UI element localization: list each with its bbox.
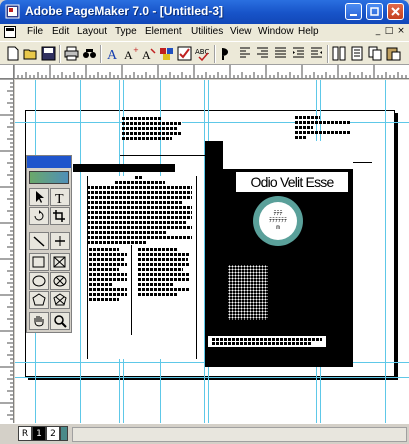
color-swatch[interactable] [29, 171, 69, 184]
kerning-icon[interactable]: A [140, 45, 157, 62]
indent-icon[interactable] [290, 45, 307, 62]
page-tab-1[interactable]: 1 [32, 426, 46, 441]
sidebar-column-left[interactable] [89, 248, 129, 303]
text-block-top-left[interactable] [122, 117, 184, 142]
superscript-icon[interactable]: A + [122, 45, 139, 62]
maximize-button[interactable] [366, 3, 383, 20]
mdi-restore-button[interactable]: □ [384, 27, 394, 37]
svg-text:+: + [133, 46, 139, 54]
headline-frame[interactable]: Odio Velit Esse [235, 171, 349, 193]
circle-text: ﾃﾃﾃ ﾃﾃﾃﾃﾃﾃ m [268, 210, 287, 231]
menu-file[interactable]: File [27, 26, 43, 37]
outdent-icon[interactable] [308, 45, 325, 62]
vertical-ruler[interactable] [0, 79, 14, 423]
image-placeholder[interactable] [228, 265, 268, 320]
svg-text:A: A [124, 48, 133, 62]
page-tab-master[interactable]: R [18, 426, 32, 441]
black-rule [73, 164, 175, 172]
maximize-icon [370, 7, 379, 16]
horizontal-ruler[interactable] [14, 65, 409, 79]
pointer-tool-icon[interactable] [29, 188, 49, 206]
pasteboard[interactable]: Odio Velit Esse ﾃﾃﾃ ﾃﾃﾃﾃﾃﾃ m [15, 80, 409, 423]
check-icon[interactable] [176, 45, 193, 62]
ruler-origin[interactable] [0, 65, 14, 79]
page-icon[interactable] [349, 45, 366, 62]
menu-view[interactable]: View [230, 26, 252, 37]
app-window: Adobe PageMaker 7.0 - [Untitled-3] File … [0, 0, 409, 444]
save-icon[interactable] [40, 45, 57, 62]
svg-text:A: A [142, 48, 151, 62]
align-center-icon[interactable] [236, 45, 253, 62]
menu-help[interactable]: Help [298, 26, 319, 37]
crop-tool-icon[interactable] [50, 207, 70, 225]
minimize-button[interactable] [345, 3, 362, 20]
align-right-icon[interactable] [254, 45, 271, 62]
align-left-icon[interactable] [218, 45, 235, 62]
mdi-close-button[interactable]: × [396, 27, 406, 37]
horizontal-scrollbar[interactable] [72, 427, 407, 442]
title-bar[interactable]: Adobe PageMaker 7.0 - [Untitled-3] [0, 0, 409, 24]
toolbox-palette[interactable]: T [26, 155, 72, 333]
color-icon[interactable] [158, 45, 175, 62]
window-title: Adobe PageMaker 7.0 - [Untitled-3] [25, 4, 224, 18]
menu-window[interactable]: Window [258, 26, 294, 37]
minimize-icon [350, 14, 357, 16]
sidebar-column-right[interactable] [138, 248, 193, 298]
polygon-frame-tool-icon[interactable] [50, 291, 70, 309]
main-toolbar: A A + A ABC [0, 41, 409, 65]
open-folder-icon[interactable] [22, 45, 39, 62]
document-menu-icon[interactable] [4, 26, 16, 38]
close-button[interactable] [387, 3, 404, 20]
toolbar-separator [214, 45, 216, 63]
new-document-icon[interactable] [4, 45, 21, 62]
page-tab-marker [60, 426, 68, 441]
copy-icon[interactable] [367, 45, 384, 62]
close-icon [391, 7, 400, 16]
menu-utilities[interactable]: Utilities [191, 26, 223, 37]
toolbar-separator [59, 45, 61, 63]
column-rule [131, 245, 132, 335]
justify-icon[interactable] [272, 45, 289, 62]
columns-icon[interactable] [331, 45, 348, 62]
menu-bar: File Edit Layout Type Element Utilities … [0, 24, 409, 41]
font-icon[interactable]: A [104, 45, 121, 62]
menu-edit[interactable]: Edit [52, 26, 69, 37]
svg-text:T: T [55, 192, 64, 205]
menu-layout[interactable]: Layout [77, 26, 107, 37]
constrained-line-tool-icon[interactable] [50, 232, 70, 250]
rectangle-frame-tool-icon[interactable] [50, 253, 70, 271]
spelling-icon[interactable]: ABC [194, 45, 211, 62]
print-icon[interactable] [63, 45, 80, 62]
margin-guide[interactable] [15, 377, 409, 378]
svg-text:A: A [107, 48, 118, 62]
menu-element[interactable]: Element [145, 26, 182, 37]
caption-frame[interactable] [207, 335, 327, 348]
toolbar-separator [100, 45, 102, 63]
pagemaker-app-icon [5, 4, 20, 19]
text-tool-icon[interactable]: T [50, 188, 70, 206]
toolbar-separator [327, 45, 329, 63]
hand-tool-icon[interactable] [29, 312, 49, 330]
paste-icon[interactable] [385, 45, 402, 62]
column-guide[interactable] [385, 80, 386, 423]
zoom-tool-icon[interactable] [50, 312, 70, 330]
page-tab-2[interactable]: 2 [46, 426, 60, 441]
menu-type[interactable]: Type [115, 26, 137, 37]
ellipse-frame-tool-icon[interactable] [50, 272, 70, 290]
column-guide[interactable] [80, 80, 81, 423]
rectangle-tool-icon[interactable] [29, 253, 49, 271]
status-bar: R 1 2 [0, 423, 409, 444]
ellipse-tool-icon[interactable] [29, 272, 49, 290]
white-header-strip [223, 141, 353, 169]
line-tool-icon[interactable] [29, 232, 49, 250]
rule-line [120, 155, 205, 156]
find-icon[interactable] [81, 45, 98, 62]
polygon-tool-icon[interactable] [29, 291, 49, 309]
palette-title-bar[interactable] [27, 156, 71, 168]
headline-text[interactable]: Odio Velit Esse [236, 174, 348, 190]
mdi-minimize-button[interactable]: _ [373, 27, 383, 37]
body-text-block[interactable] [87, 176, 197, 246]
rotate-tool-icon[interactable] [29, 207, 49, 225]
